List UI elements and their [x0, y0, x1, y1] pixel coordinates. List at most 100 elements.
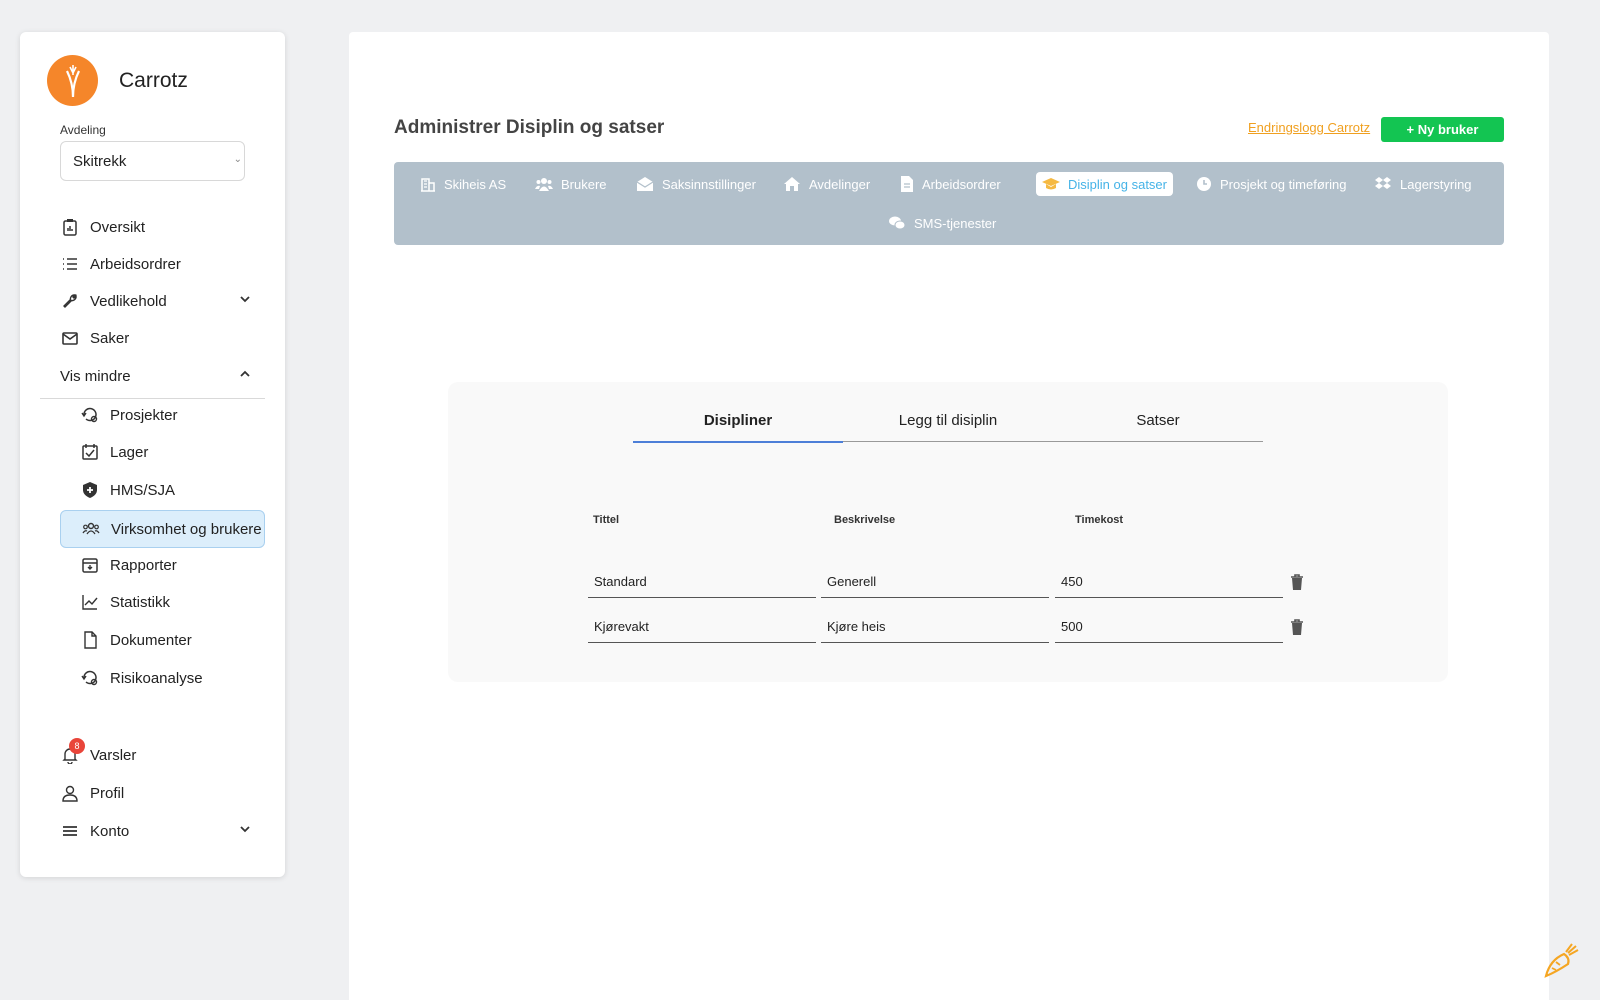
trash-icon[interactable] [1289, 573, 1305, 591]
nav-varsler[interactable]: 8 Varsler [60, 737, 265, 773]
new-user-button[interactable]: + Ny bruker [1381, 117, 1504, 142]
tab-label: Brukere [561, 176, 607, 192]
nav-saker[interactable]: Saker [60, 320, 265, 356]
tab-label: Prosjekt og timeføring [1220, 176, 1347, 192]
tab-saksinnstillinger[interactable]: Saksinnstillinger [630, 172, 762, 196]
nav-hms-sja[interactable]: HMS/SJA [80, 472, 285, 508]
tab-legg-til-disiplin[interactable]: Legg til disiplin [843, 412, 1053, 442]
settings-tabbar: Skiheis AS Brukere Saksinnstillinger Avd… [394, 162, 1504, 245]
nav-label: HMS/SJA [110, 481, 176, 499]
column-header-tittel: Tittel [593, 514, 620, 526]
column-header-timekost: Timekost [1075, 514, 1124, 526]
users-icon [81, 519, 101, 539]
home-icon [783, 176, 801, 192]
tittel-field[interactable]: Standard [588, 566, 816, 598]
tab-brukere[interactable]: Brukere [529, 172, 613, 196]
nav-prosjekter[interactable]: Prosjekter [80, 397, 285, 433]
tab-label: SMS-tjenester [914, 215, 997, 231]
tab-label: Avdelinger [809, 176, 871, 192]
archive-icon [80, 555, 100, 575]
column-header-beskrivelse: Beskrivelse [834, 514, 896, 526]
dropbox-icon [1374, 176, 1392, 192]
wrench-icon [60, 291, 80, 311]
nav-label: Statistikk [110, 593, 171, 611]
chevron-down-icon [239, 292, 251, 309]
clipboard-chart-icon [60, 217, 80, 237]
discipline-card: Disipliner Legg til disiplin Satser Titt… [448, 382, 1448, 682]
tab-sms-tjenester[interactable]: SMS-tjenester [882, 211, 1002, 235]
nav-virksomhet-og-brukere[interactable]: Virksomhet og brukere [60, 510, 265, 548]
nav-label: Arbeidsordrer [90, 255, 181, 273]
calendar-check-icon [80, 442, 100, 462]
beskrivelse-field[interactable]: Kjøre heis [821, 611, 1049, 643]
tab-lagerstyring[interactable]: Lagerstyring [1368, 172, 1478, 196]
clock-icon [1196, 176, 1212, 192]
nav-label: Rapporter [110, 556, 177, 574]
carrot-logo-icon [47, 55, 98, 106]
nav-profil[interactable]: Profil [60, 775, 265, 811]
nav-lager[interactable]: Lager [80, 434, 285, 470]
tab-disipliner[interactable]: Disipliner [633, 412, 843, 443]
chat-icon [888, 215, 906, 231]
list-icon [60, 254, 80, 274]
tab-label: Arbeidsordrer [922, 176, 1001, 192]
chevron-up-icon [239, 367, 251, 384]
sidebar: Carrotz Avdeling Skitrekk ⌄ Oversikt Arb… [20, 32, 285, 877]
main-panel: Administrer Disiplin og satser Endringsl… [349, 32, 1549, 1000]
department-label: Avdeling [60, 123, 106, 137]
nav-label: Risikoanalyse [110, 669, 203, 687]
file-icon [900, 176, 914, 192]
users-icon [535, 176, 553, 192]
mail-icon [60, 328, 80, 348]
tab-label: Disiplin og satser [1068, 176, 1167, 192]
nav-rapporter[interactable]: Rapporter [80, 547, 285, 583]
tab-satser[interactable]: Satser [1053, 412, 1263, 442]
nav-konto[interactable]: Konto [60, 813, 265, 849]
timekost-field[interactable]: 450 [1055, 566, 1283, 598]
department-select[interactable]: Skitrekk ⌄ [60, 141, 245, 181]
nav-label: Profil [90, 784, 125, 802]
department-value: Skitrekk [73, 152, 127, 170]
tab-disiplin-og-satser[interactable]: Disiplin og satser [1036, 172, 1173, 196]
nav-arbeidsordrer[interactable]: Arbeidsordrer [60, 246, 265, 282]
nav-label: Vis mindre [60, 367, 131, 385]
nav-label: Oversikt [90, 218, 146, 236]
nav-vis-mindre[interactable]: Vis mindre [60, 358, 265, 394]
nav-risikoanalyse[interactable]: Risikoanalyse [80, 660, 285, 696]
nav-vedlikehold[interactable]: Vedlikehold [60, 283, 265, 319]
timekost-field[interactable]: 500 [1055, 611, 1283, 643]
shield-plus-icon [80, 480, 100, 500]
tittel-field[interactable]: Kjørevakt [588, 611, 816, 643]
envelope-open-icon [636, 176, 654, 192]
tab-avdelinger[interactable]: Avdelinger [777, 172, 876, 196]
brand-name: Carrotz [119, 68, 188, 92]
trash-icon[interactable] [1289, 618, 1305, 636]
user-icon [60, 783, 80, 803]
document-icon [80, 630, 100, 650]
nav-label: Prosjekter [110, 406, 178, 424]
beskrivelse-field[interactable]: Generell [821, 566, 1049, 598]
nav-label: Varsler [90, 746, 137, 764]
chevron-down-icon [239, 822, 251, 839]
building-icon [420, 176, 436, 192]
brand[interactable]: Carrotz [47, 55, 188, 106]
nav-label: Virksomhet og brukere [111, 520, 262, 538]
history-gear-icon [80, 405, 100, 425]
chevron-down-icon: ⌄ [233, 154, 242, 165]
carrot-icon[interactable] [1542, 940, 1582, 985]
line-chart-icon [80, 592, 100, 612]
tab-skiheis-as[interactable]: Skiheis AS [414, 172, 512, 196]
nav-oversikt[interactable]: Oversikt [60, 209, 265, 245]
graduation-cap-icon [1042, 176, 1060, 192]
changelog-link[interactable]: Endringslogg Carrotz [1248, 120, 1370, 135]
page-title: Administrer Disiplin og satser [394, 117, 665, 138]
tab-arbeidsordrer[interactable]: Arbeidsordrer [894, 172, 1007, 196]
tab-prosjekt-og-timeforing[interactable]: Prosjekt og timeføring [1190, 172, 1352, 196]
nav-statistikk[interactable]: Statistikk [80, 584, 285, 620]
history-gear-icon [80, 668, 100, 688]
nav-dokumenter[interactable]: Dokumenter [80, 622, 285, 658]
menu-icon [60, 821, 80, 841]
nav-label: Dokumenter [110, 631, 192, 649]
nav-label: Vedlikehold [90, 292, 167, 310]
tab-label: Saksinnstillinger [662, 176, 756, 192]
